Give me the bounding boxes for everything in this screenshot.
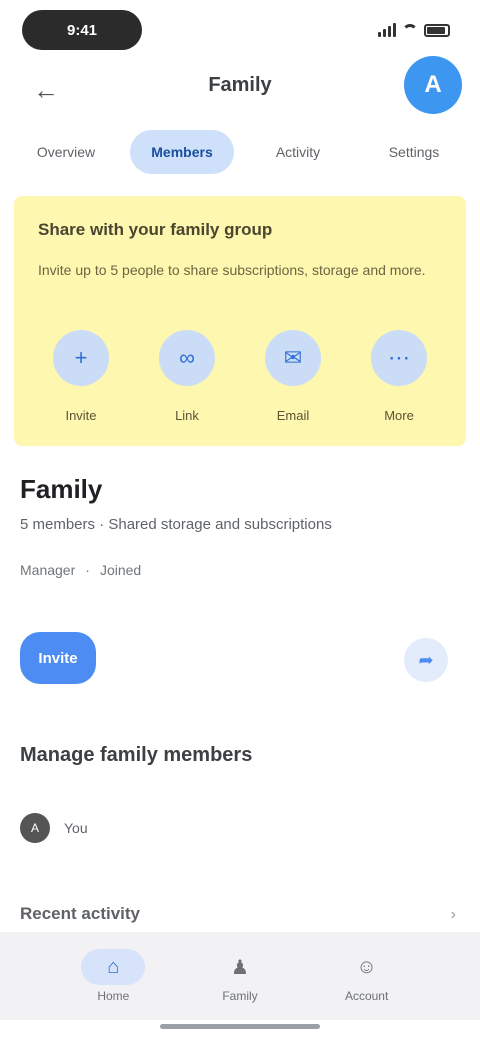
account-avatar-button[interactable]: A bbox=[404, 56, 462, 114]
share-action-label: Link bbox=[175, 408, 199, 423]
share-action-label: Email bbox=[276, 408, 310, 423]
share-action-invite[interactable]: + Invite bbox=[38, 330, 124, 423]
nav-item-home[interactable]: ⌂ Home bbox=[77, 949, 149, 1003]
share-card-description: Invite up to 5 people to share subscript… bbox=[38, 262, 426, 278]
app-bar: ← Family A bbox=[0, 56, 480, 120]
nav-item-account[interactable]: ☺ Account bbox=[331, 949, 403, 1004]
chevron-right-icon[interactable]: › bbox=[451, 906, 456, 924]
nav-label: Account bbox=[344, 989, 389, 1003]
account-icon: ☺ bbox=[356, 955, 377, 978]
screen: 9:41 ← Family A Overview Members Activit… bbox=[0, 0, 480, 1040]
manage-section-title: Manage family members bbox=[20, 744, 253, 766]
invite-button[interactable]: Invite bbox=[20, 632, 96, 684]
group-meta-right: Joined bbox=[99, 562, 142, 578]
nav-item-family[interactable]: ♟ Family bbox=[204, 949, 276, 1004]
nav-label: Family bbox=[222, 989, 258, 1003]
tab-overview[interactable]: Overview bbox=[14, 130, 118, 174]
share-actions: + Invite ∞ Link ✉ Email ⋯ More bbox=[38, 330, 442, 423]
share-action-more[interactable]: ⋯ More bbox=[356, 330, 442, 423]
member-name: You bbox=[64, 820, 88, 836]
family-icon: ♟ bbox=[231, 956, 249, 979]
group-meta-left: Manager bbox=[20, 562, 76, 578]
group-meta-separator: · bbox=[85, 562, 90, 578]
member-row[interactable]: A You bbox=[20, 808, 460, 848]
home-icon: ⌂ bbox=[81, 949, 146, 985]
signal-icon bbox=[378, 23, 396, 37]
tab-activity[interactable]: Activity bbox=[246, 130, 350, 174]
group-meta: Manager · Joined bbox=[20, 562, 141, 578]
tab-bar: Overview Members Activity Settings bbox=[14, 130, 466, 174]
group-title: Family bbox=[20, 474, 103, 504]
group-subtitle: 5 members · Shared storage and subscript… bbox=[20, 516, 332, 533]
wifi-icon bbox=[402, 24, 418, 36]
share-icon[interactable]: ➦ bbox=[404, 638, 448, 682]
home-indicator bbox=[160, 1024, 320, 1029]
bottom-nav: ⌂ Home ♟ Family ☺ Account bbox=[0, 932, 480, 1020]
share-action-label: More bbox=[384, 408, 414, 423]
battery-icon bbox=[424, 23, 450, 37]
share-card: Share with your family group Invite up t… bbox=[14, 196, 466, 446]
nav-label: Home bbox=[97, 989, 130, 1003]
share-action-label: Invite bbox=[65, 408, 97, 423]
status-time: 9:41 bbox=[22, 10, 142, 50]
tab-settings[interactable]: Settings bbox=[362, 130, 466, 174]
status-bar: 9:41 bbox=[0, 0, 480, 60]
share-action-link[interactable]: ∞ Link bbox=[144, 330, 230, 423]
share-card-title: Share with your family group bbox=[38, 220, 273, 239]
mail-icon: ✉ bbox=[265, 330, 321, 386]
member-avatar: A bbox=[20, 813, 50, 843]
tab-members[interactable]: Members bbox=[130, 130, 234, 174]
status-icons bbox=[378, 20, 450, 40]
share-action-email[interactable]: ✉ Email bbox=[250, 330, 336, 423]
link-icon: ∞ bbox=[159, 330, 215, 386]
recent-activity-title: Recent activity bbox=[20, 904, 140, 923]
more-icon: ⋯ bbox=[371, 330, 427, 386]
person-add-icon: + bbox=[53, 330, 109, 386]
